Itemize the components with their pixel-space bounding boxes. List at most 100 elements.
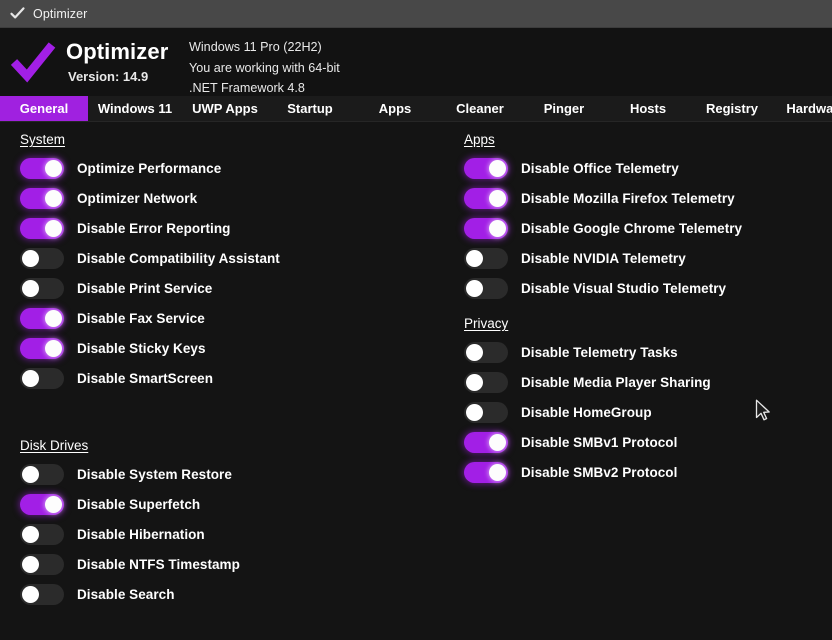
app-name: Optimizer xyxy=(66,39,169,64)
app-header: Optimizer Version: 14.9 Windows 11 Pro (… xyxy=(0,28,832,96)
toggle-knob xyxy=(466,249,483,267)
toggle-label: Disable Hibernation xyxy=(77,526,205,542)
toggle-list-system: Optimize Performance Optimizer Network Dis… xyxy=(20,153,440,393)
toggle-label: Disable SMBv2 Protocol xyxy=(521,464,678,480)
toggle-row: Disable Google Chrome Telemetry xyxy=(464,213,814,243)
toggle-disable-nvidia-telemetry[interactable] xyxy=(464,247,508,269)
toggle-row: Disable Superfetch xyxy=(20,489,440,519)
toggle-label: Disable Telemetry Tasks xyxy=(521,344,678,360)
app-version: Version: 14.9 xyxy=(68,69,149,84)
section-apps: Apps Disable Office Telemetry Disable Moz… xyxy=(464,131,814,303)
toggle-knob xyxy=(45,309,62,327)
toggle-disable-superfetch[interactable] xyxy=(20,493,64,515)
toggle-knob xyxy=(22,465,39,483)
toggle-label: Optimizer Network xyxy=(77,190,198,206)
toggle-disable-compatibility-assistant[interactable] xyxy=(20,247,64,269)
toggle-disable-office-telemetry[interactable] xyxy=(464,157,508,179)
window-title: Optimizer xyxy=(33,6,88,21)
tab-content-general: System Optimize Performance Optimizer Net… xyxy=(0,122,832,640)
toggle-disable-error-reporting[interactable] xyxy=(20,217,64,239)
system-info-line-os: Windows 11 Pro (22H2) xyxy=(189,40,322,54)
tab-general[interactable]: General xyxy=(0,96,88,121)
toggle-knob xyxy=(45,189,62,207)
toggle-row: Disable System Restore xyxy=(20,459,440,489)
toggle-label: Disable Office Telemetry xyxy=(521,160,679,176)
toggle-disable-telemetry-tasks[interactable] xyxy=(464,341,508,363)
toggle-knob xyxy=(466,279,483,297)
tab-hardware[interactable]: Hardware xyxy=(774,96,832,121)
toggle-row: Disable SMBv2 Protocol xyxy=(464,457,814,487)
toggle-label: Disable Sticky Keys xyxy=(77,340,206,356)
toggle-knob xyxy=(489,463,506,481)
section-title-system: System xyxy=(20,132,66,147)
toggle-label: Disable NTFS Timestamp xyxy=(77,556,240,572)
toggle-label: Disable System Restore xyxy=(77,466,232,482)
toggle-disable-system-restore[interactable] xyxy=(20,463,64,485)
toggle-knob xyxy=(489,159,506,177)
section-title-apps: Apps xyxy=(464,132,495,147)
toggle-label: Disable Error Reporting xyxy=(77,220,231,236)
toggle-label: Disable Mozilla Firefox Telemetry xyxy=(521,190,735,206)
toggle-row: Optimize Performance xyxy=(20,153,440,183)
toggle-disable-ntfs-timestamp[interactable] xyxy=(20,553,64,575)
toggle-row: Disable SMBv1 Protocol xyxy=(464,427,814,457)
toggle-label: Disable SmartScreen xyxy=(77,370,214,386)
section-title-privacy: Privacy xyxy=(464,316,509,331)
tab-startup[interactable]: Startup xyxy=(268,96,352,121)
toggle-label: Disable SMBv1 Protocol xyxy=(521,434,678,450)
toggle-row: Disable Print Service xyxy=(20,273,440,303)
toggle-row: Optimizer Network xyxy=(20,183,440,213)
system-info-line-arch: You are working with 64-bit xyxy=(189,60,340,75)
tab-apps[interactable]: Apps xyxy=(352,96,438,121)
purple-checkmark-logo-icon xyxy=(10,40,56,84)
toggle-row: Disable Hibernation xyxy=(20,519,440,549)
toggle-knob xyxy=(466,373,483,391)
toggle-row: Disable Search xyxy=(20,579,440,609)
toggle-row: Disable Compatibility Assistant xyxy=(20,243,440,273)
toggle-disable-google-chrome-telemetry[interactable] xyxy=(464,217,508,239)
toggle-row: Disable Sticky Keys xyxy=(20,333,440,363)
section-privacy: Privacy Disable Telemetry Tasks Disable M… xyxy=(464,315,814,487)
title-bar: Optimizer xyxy=(0,0,832,28)
toggle-disable-mozilla-firefox-telemetry[interactable] xyxy=(464,187,508,209)
tab-bar: General Windows 11 UWP Apps Startup Apps Clea… xyxy=(0,96,832,122)
toggle-disable-smartscreen[interactable] xyxy=(20,367,64,389)
toggle-row: Disable Office Telemetry xyxy=(464,153,814,183)
toggle-disable-hibernation[interactable] xyxy=(20,523,64,545)
tab-hosts[interactable]: Hosts xyxy=(606,96,690,121)
tab-cleaner[interactable]: Cleaner xyxy=(438,96,522,121)
toggle-disable-fax-service[interactable] xyxy=(20,307,64,329)
toggle-knob xyxy=(45,339,62,357)
toggle-optimize-performance[interactable] xyxy=(20,157,64,179)
toggle-knob xyxy=(489,189,506,207)
toggle-list-privacy: Disable Telemetry Tasks Disable Media Pla… xyxy=(464,337,814,487)
toggle-disable-print-service[interactable] xyxy=(20,277,64,299)
toggle-disable-smbv2-protocol[interactable] xyxy=(464,461,508,483)
toggle-disable-media-player-sharing[interactable] xyxy=(464,371,508,393)
toggle-row: Disable NVIDIA Telemetry xyxy=(464,243,814,273)
tab-registry[interactable]: Registry xyxy=(690,96,774,121)
toggle-disable-search[interactable] xyxy=(20,583,64,605)
toggle-knob xyxy=(22,585,39,603)
toggle-disable-homegroup[interactable] xyxy=(464,401,508,423)
section-disk-drives: Disk Drives Disable System Restore Disabl… xyxy=(20,437,440,609)
toggle-knob xyxy=(22,525,39,543)
optimizer-window: Optimizer Optimizer Version: 14.9 Window… xyxy=(0,0,832,640)
toggle-knob xyxy=(45,159,62,177)
system-info: Windows 11 Pro (22H2) You are working wi… xyxy=(189,37,340,99)
toggle-label: Disable Visual Studio Telemetry xyxy=(521,280,727,296)
toggle-disable-sticky-keys[interactable] xyxy=(20,337,64,359)
section-system: System Optimize Performance Optimizer Net… xyxy=(20,131,440,393)
toggle-row: Disable NTFS Timestamp xyxy=(20,549,440,579)
toggle-disable-smbv1-protocol[interactable] xyxy=(464,431,508,453)
tab-uwp-apps[interactable]: UWP Apps xyxy=(182,96,268,121)
toggle-knob xyxy=(22,249,39,267)
tab-windows-11[interactable]: Windows 11 xyxy=(88,96,182,121)
toggle-disable-visual-studio-telemetry[interactable] xyxy=(464,277,508,299)
toggle-optimizer-network[interactable] xyxy=(20,187,64,209)
checkmark-icon xyxy=(9,5,26,22)
tab-pinger[interactable]: Pinger xyxy=(522,96,606,121)
toggle-knob xyxy=(489,219,506,237)
toggle-row: Disable Mozilla Firefox Telemetry xyxy=(464,183,814,213)
toggle-knob xyxy=(45,219,62,237)
